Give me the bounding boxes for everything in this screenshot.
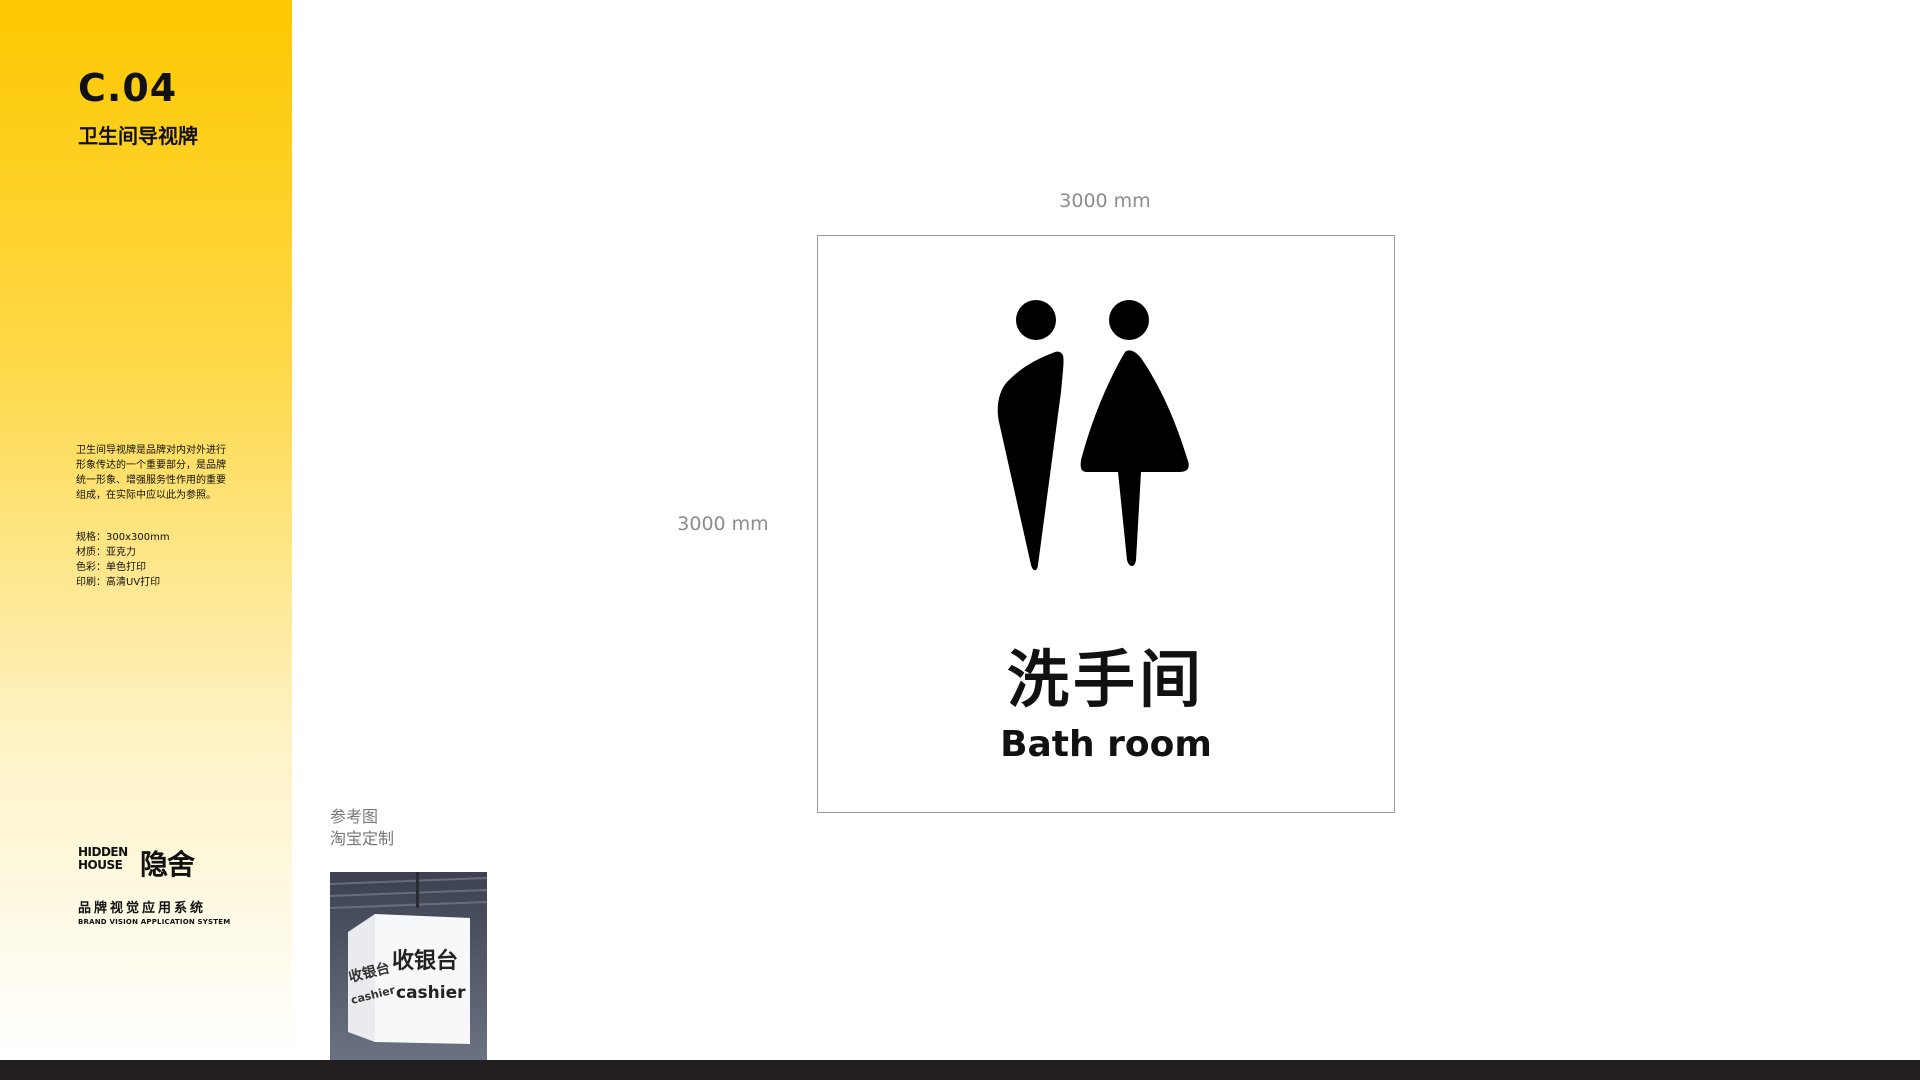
- reference-label-line2: 淘宝定制: [330, 829, 395, 848]
- dimension-width-label: 3000 mm: [1059, 190, 1151, 212]
- sign-title-english: Bath room: [1000, 724, 1212, 765]
- logo-english-line2: HOUSE: [78, 858, 123, 872]
- photo-sign-text-cn: 收银台: [392, 948, 458, 974]
- brand-logo: HIDDEN HOUSE 隐舍: [78, 846, 218, 882]
- section-title: 卫生间导视牌: [78, 124, 198, 148]
- spec-color: 色彩：单色打印: [76, 562, 146, 573]
- reference-label: 参考图 淘宝定制: [330, 806, 394, 850]
- dimension-height-label: 3000 mm: [677, 513, 769, 535]
- cashier-sign-photo: 收银台 cashier 收银台 cashier: [330, 872, 487, 1060]
- section-description: 卫生间导视牌是品牌对内对外进行形象传达的一个重要部分，是品牌统一形象、增强服务性…: [76, 445, 226, 501]
- logo-chinese: 隐舍: [140, 848, 195, 881]
- spec-list: 规格：300x300mm 材质：亚克力 色彩：单色打印 印刷：高清UV打印: [76, 530, 170, 590]
- spec-print: 印刷：高清UV打印: [76, 577, 161, 588]
- section-code: C.04: [78, 66, 178, 110]
- reference-photo: 收银台 cashier 收银台 cashier: [330, 872, 487, 1060]
- footer-bar: [0, 1060, 1920, 1080]
- male-female-restroom-icon: [997, 300, 1189, 571]
- reference-label-line1: 参考图: [330, 807, 379, 826]
- photo-sign-text-en: cashier: [396, 983, 466, 1003]
- sign-title-chinese: 洗手间: [1006, 643, 1205, 716]
- spec-size: 规格：300x300mm: [76, 532, 170, 543]
- logo-english: HIDDEN HOUSE: [78, 846, 128, 872]
- sidebar-panel: C.04 卫生间导视牌 卫生间导视牌是品牌对内对外进行形象传达的一个重要部分，是…: [0, 0, 292, 1060]
- restroom-sign: 洗手间 Bath room: [817, 235, 1395, 813]
- brand-system-subtitle: BRAND VISION APPLICATION SYSTEM: [78, 918, 231, 926]
- brand-system-title: 品牌视觉应用系统: [78, 901, 207, 916]
- spec-material: 材质：亚克力: [76, 547, 136, 558]
